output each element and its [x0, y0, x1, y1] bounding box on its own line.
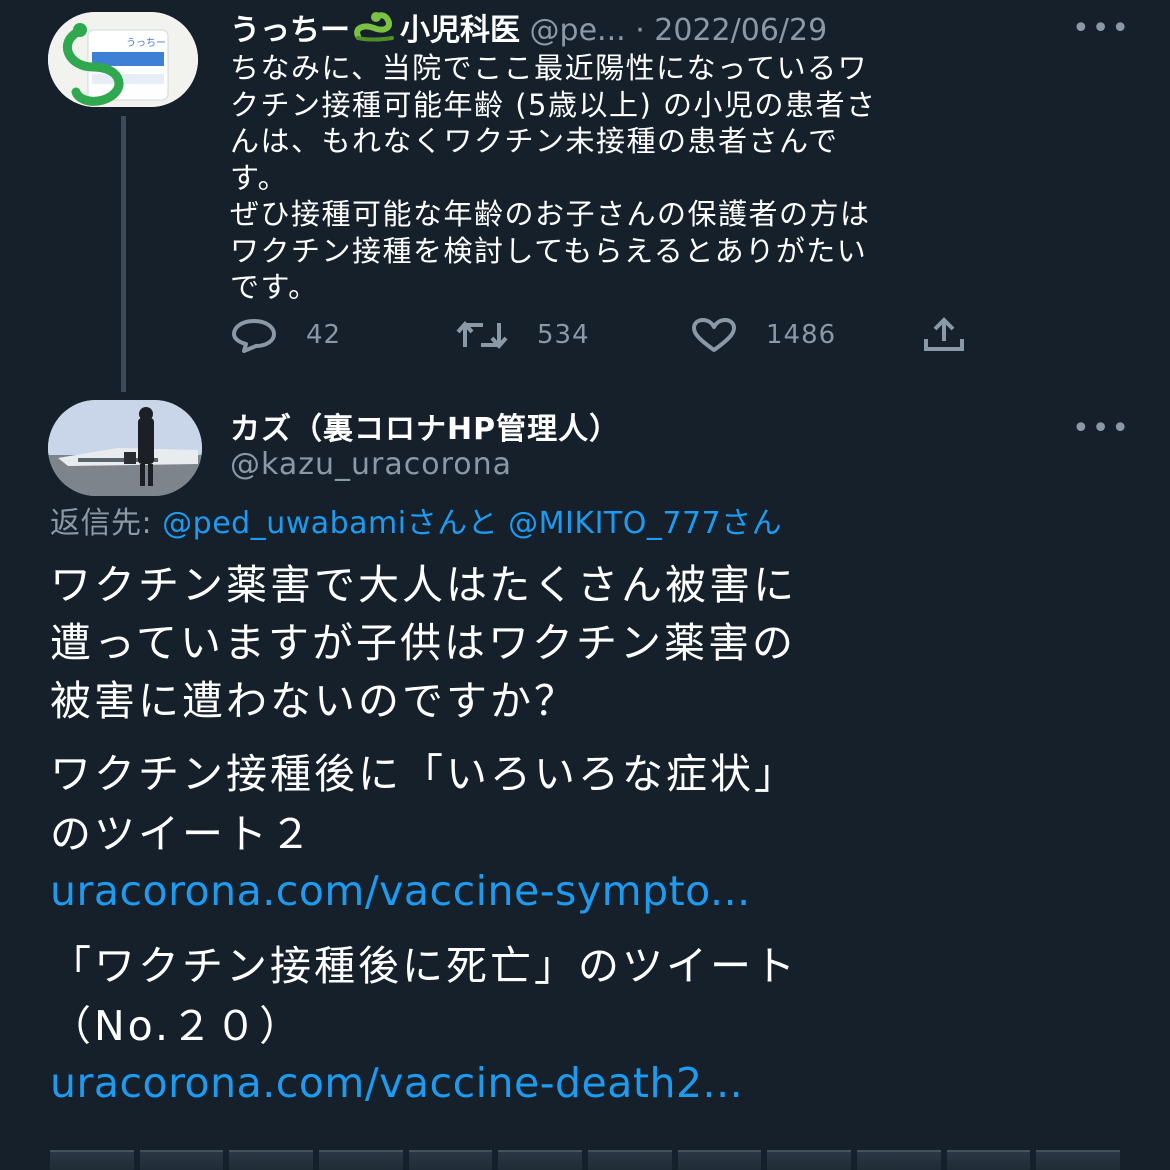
- reply-text-line: ワクチン接種後に「いろいろな症状」: [50, 750, 798, 798]
- thumbnail[interactable]: [946, 1150, 1031, 1170]
- snake-icon: [352, 8, 398, 55]
- svg-text:うっちー: うっちー: [126, 37, 166, 49]
- meta-separator: ·: [635, 13, 645, 48]
- parent-text-line: んは、もれなくワクチン未接種の患者さんで: [230, 124, 839, 158]
- heart-icon: [692, 318, 736, 352]
- share-icon: [924, 317, 964, 351]
- parent-tweet-actions: 42 534 1486: [230, 312, 990, 358]
- bottom-thumbnail-strip: [50, 1150, 1121, 1170]
- reply-more-options-icon[interactable]: •••: [1072, 414, 1131, 444]
- thumbnail[interactable]: [767, 1150, 852, 1170]
- retweet-icon: [456, 320, 508, 350]
- parent-handle[interactable]: @pe...: [530, 13, 626, 48]
- reply-handle[interactable]: @kazu_uracorona: [230, 446, 512, 484]
- reply-text-paragraph: 「ワクチン接種後に死亡」のツイート （No.２０）: [50, 936, 1140, 1056]
- thumbnail[interactable]: [857, 1150, 941, 1170]
- replying-to-joiner: さんと: [406, 506, 499, 541]
- thumbnail[interactable]: [498, 1150, 583, 1170]
- like-button[interactable]: 1486: [690, 312, 836, 358]
- reply-text-paragraph: ワクチン接種後に「いろいろな症状」 のツイート２: [50, 744, 1140, 864]
- reply-text-paragraph: ワクチン薬害で大人はたくさん被害に 遭っていますが子供はワクチン薬害の 被害に遭…: [50, 556, 1140, 730]
- parent-more-options-icon[interactable]: •••: [1072, 14, 1131, 44]
- reply-text-line: ワクチン薬害で大人はたくさん被害に: [50, 561, 798, 609]
- reply-count: 42: [306, 320, 342, 350]
- reply-display-name[interactable]: カズ（裏コロナHP管理人）: [230, 410, 1050, 450]
- reply-text-line: のツイート２: [50, 810, 314, 858]
- thumbnail[interactable]: [319, 1150, 403, 1170]
- parent-text-line: クチン接種可能年齢 (5歳以上) の小児の患者さ: [230, 87, 877, 122]
- parent-text-line: です。: [230, 270, 319, 304]
- thumbnail[interactable]: [229, 1150, 314, 1170]
- parent-avatar[interactable]: うっちー: [48, 12, 198, 107]
- reply-text-line: 遭っていますが子供はワクチン薬害の: [50, 619, 796, 667]
- reply-text-line: （No.２０）: [50, 1002, 304, 1050]
- death-link[interactable]: uracorona.com/vaccine-death2...: [50, 1054, 1140, 1112]
- parent-text-line: ワクチン接種を検討してもらえるとありがたい: [230, 233, 868, 268]
- reply-button[interactable]: 42: [230, 312, 341, 358]
- retweet-count: 534: [537, 320, 590, 350]
- like-count: 1486: [766, 320, 837, 350]
- replying-to-prefix: 返信先:: [50, 506, 153, 541]
- thumbnail[interactable]: [588, 1150, 672, 1170]
- mention-link[interactable]: @ped_uwabami: [162, 506, 406, 541]
- parent-display-name[interactable]: うっちー: [230, 13, 350, 48]
- parent-tweet-date[interactable]: 2022/06/29: [654, 13, 827, 48]
- thumbnail[interactable]: [408, 1150, 493, 1170]
- parent-avatar-image: うっちー: [48, 12, 198, 107]
- thumbnail[interactable]: [50, 1150, 134, 1170]
- parent-text-line: ぜひ接種可能な年齢のお子さんの保護者の方は: [230, 197, 871, 231]
- reply-avatar-image: [48, 400, 202, 496]
- parent-display-name-suffix[interactable]: 小児科医: [400, 13, 520, 48]
- mention-link[interactable]: @MIKITO_777: [508, 506, 721, 541]
- thread-connector-line: [121, 116, 126, 392]
- parent-tweet-header: うっちー 小児科医 @pe... · 2022/06/29: [230, 8, 1120, 52]
- parent-text-line: ちなみに、当院でここ最近陽性になっているワ: [230, 51, 869, 85]
- reply-avatar[interactable]: [48, 400, 202, 496]
- thumbnail[interactable]: [1036, 1150, 1121, 1170]
- share-button[interactable]: [920, 312, 968, 358]
- parent-text-line: す。: [230, 160, 289, 195]
- symptoms-link[interactable]: uracorona.com/vaccine-sympto...: [50, 862, 1140, 920]
- retweet-button[interactable]: 534: [455, 312, 590, 358]
- thumbnail[interactable]: [139, 1150, 224, 1170]
- parent-tweet-text: ちなみに、当院でここ最近陽性になっているワ クチン接種可能年齢 (5歳以上) の…: [230, 50, 1130, 306]
- reply-text-line: 被害に遭わないのですか？: [50, 677, 578, 725]
- replying-to-suffix: さん: [721, 506, 783, 541]
- replying-to-line: 返信先: @ped_uwabamiさんと @MIKITO_777さん: [50, 504, 1130, 544]
- thumbnail[interactable]: [677, 1150, 762, 1170]
- tweet-thread-page: うっちー うっちー 小児科医 @pe... · 2022/06/29 ••• ち…: [0, 0, 1170, 1170]
- reply-icon: [232, 319, 276, 353]
- reply-text-line: 「ワクチン接種後に死亡」のツイート: [50, 942, 798, 990]
